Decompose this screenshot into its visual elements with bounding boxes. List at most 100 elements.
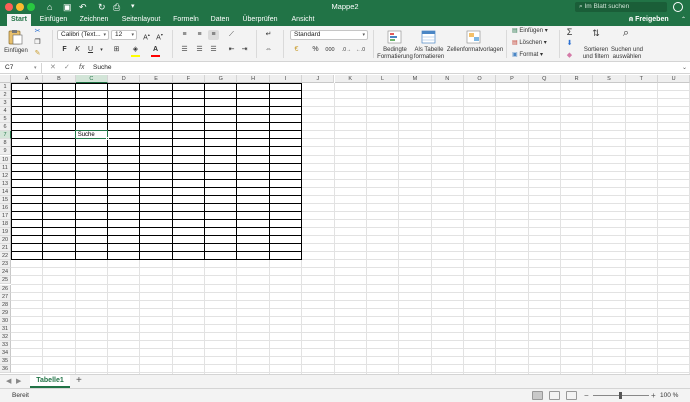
currency-icon[interactable]: € bbox=[291, 45, 302, 55]
align-center-icon[interactable]: ☰ bbox=[194, 45, 205, 55]
row-header-20[interactable]: 20 bbox=[0, 236, 11, 245]
row-header-35[interactable]: 35 bbox=[0, 357, 11, 366]
underline-button[interactable]: U bbox=[85, 45, 96, 55]
tab-ansicht[interactable]: Ansicht bbox=[287, 14, 319, 26]
row-header-1[interactable]: 1 bbox=[0, 83, 11, 91]
next-sheet-icon[interactable]: ▶ bbox=[16, 376, 21, 388]
row-header-9[interactable]: 9 bbox=[0, 147, 11, 156]
chevron-down-icon[interactable]: ▾ bbox=[34, 63, 37, 73]
row-header-10[interactable]: 10 bbox=[0, 155, 11, 164]
column-header-p[interactable]: P bbox=[496, 75, 529, 83]
column-header-u[interactable]: U bbox=[658, 75, 690, 83]
row-header-18[interactable]: 18 bbox=[0, 220, 11, 229]
row-header-34[interactable]: 34 bbox=[0, 348, 11, 357]
column-header-q[interactable]: Q bbox=[528, 75, 561, 83]
sheet-search-input[interactable]: ⌕ Im Blatt suchen bbox=[575, 2, 667, 12]
font-color-icon[interactable]: A bbox=[150, 45, 161, 55]
borders-icon[interactable]: ⊞ bbox=[111, 45, 122, 55]
column-header-a[interactable]: A bbox=[11, 75, 44, 83]
format-as-table-icon[interactable] bbox=[420, 29, 438, 45]
row-header-17[interactable]: 17 bbox=[0, 211, 11, 220]
column-header-g[interactable]: G bbox=[205, 75, 238, 83]
decrease-font-size-icon[interactable]: A▾ bbox=[154, 30, 165, 41]
cut-icon[interactable]: ✂ bbox=[32, 27, 43, 37]
wrap-text-icon[interactable]: ↵ bbox=[263, 30, 274, 40]
align-left-icon[interactable]: ☰ bbox=[179, 45, 190, 55]
decrease-decimal-icon[interactable]: ←.0 bbox=[355, 45, 366, 55]
row-header-25[interactable]: 25 bbox=[0, 276, 11, 285]
number-format-dropdown[interactable]: Standard ▾ bbox=[290, 30, 368, 40]
find-select-icon[interactable]: ⌕ bbox=[618, 28, 634, 39]
tab-start[interactable]: Start bbox=[7, 14, 31, 26]
column-header-e[interactable]: E bbox=[140, 75, 173, 83]
confirm-entry-icon[interactable]: ✓ bbox=[64, 63, 70, 73]
row-header-27[interactable]: 27 bbox=[0, 292, 11, 301]
align-top-icon[interactable]: ≡ bbox=[179, 30, 190, 40]
bold-button[interactable]: F bbox=[59, 45, 70, 55]
row-header-3[interactable]: 3 bbox=[0, 99, 11, 108]
active-cell[interactable] bbox=[74, 130, 109, 140]
column-header-m[interactable]: M bbox=[399, 75, 432, 83]
row-header-19[interactable]: 19 bbox=[0, 228, 11, 237]
select-all-button[interactable] bbox=[0, 75, 11, 83]
column-header-k[interactable]: K bbox=[334, 75, 367, 83]
column-header-f[interactable]: F bbox=[172, 75, 206, 83]
column-header-d[interactable]: D bbox=[108, 75, 141, 83]
add-sheet-button[interactable]: + bbox=[76, 375, 82, 387]
decrease-indent-icon[interactable]: ⇤ bbox=[226, 45, 237, 55]
column-header-c[interactable]: C bbox=[75, 75, 109, 83]
expand-formula-bar-icon[interactable]: ⌄ bbox=[682, 63, 687, 73]
row-header-4[interactable]: 4 bbox=[0, 107, 11, 116]
normal-view-button[interactable] bbox=[532, 391, 543, 400]
align-bottom-icon[interactable]: ≡ bbox=[208, 30, 219, 40]
page-break-view-button[interactable] bbox=[566, 391, 577, 400]
share-button[interactable]: ⍝ Freigeben bbox=[629, 14, 669, 26]
sheet-tab-tabelle1[interactable]: Tabelle1 bbox=[30, 375, 70, 388]
cancel-entry-icon[interactable]: ✕ bbox=[50, 63, 56, 73]
previous-sheet-icon[interactable]: ◀ bbox=[6, 376, 11, 388]
insert-function-button[interactable]: fx bbox=[79, 63, 84, 73]
format-painter-icon[interactable]: ✎ bbox=[32, 49, 43, 59]
column-header-j[interactable]: J bbox=[302, 75, 335, 83]
increase-decimal-icon[interactable]: .0→ bbox=[341, 45, 352, 55]
row-header-28[interactable]: 28 bbox=[0, 300, 11, 309]
column-header-h[interactable]: H bbox=[237, 75, 270, 83]
worksheet-grid[interactable]: A B C D E F G H I J K L M N O P Q R S T U 1 2 3 4 5 6 7 8 9 10 11 12 13 14… bbox=[0, 75, 690, 374]
row-header-15[interactable]: 15 bbox=[0, 195, 11, 204]
row-header-7[interactable]: 7 bbox=[0, 131, 11, 140]
fill-icon[interactable]: ⬇ bbox=[564, 39, 575, 49]
column-header-r[interactable]: R bbox=[560, 75, 594, 83]
column-header-b[interactable]: B bbox=[43, 75, 76, 83]
column-header-t[interactable]: T bbox=[625, 75, 658, 83]
column-header-n[interactable]: N bbox=[431, 75, 464, 83]
column-header-o[interactable]: O bbox=[463, 75, 497, 83]
align-right-icon[interactable]: ☰ bbox=[208, 45, 219, 55]
orientation-icon[interactable]: ⟋ bbox=[226, 30, 237, 40]
row-header-5[interactable]: 5 bbox=[0, 115, 11, 124]
row-header-29[interactable]: 29 bbox=[0, 308, 11, 317]
row-header-30[interactable]: 30 bbox=[0, 316, 11, 325]
tab-seitenlayout[interactable]: Seitenlayout bbox=[117, 14, 165, 26]
row-header-2[interactable]: 2 bbox=[0, 91, 11, 100]
tab-ueberpruefen[interactable]: Überprüfen bbox=[238, 14, 282, 26]
row-header-33[interactable]: 33 bbox=[0, 340, 11, 349]
fill-handle[interactable] bbox=[106, 137, 110, 141]
row-header-31[interactable]: 31 bbox=[0, 324, 11, 333]
tab-daten[interactable]: Daten bbox=[207, 14, 233, 26]
sort-filter-icon[interactable]: ⇅ bbox=[588, 28, 604, 38]
column-header-s[interactable]: S bbox=[593, 75, 626, 83]
row-header-21[interactable]: 21 bbox=[0, 244, 11, 253]
row-header-13[interactable]: 13 bbox=[0, 179, 11, 188]
row-header-8[interactable]: 8 bbox=[0, 139, 11, 148]
insert-cells-button[interactable]: ▤ Einfügen ▾ bbox=[512, 28, 557, 35]
row-header-23[interactable]: 23 bbox=[0, 260, 11, 269]
row-header-14[interactable]: 14 bbox=[0, 187, 11, 196]
merge-center-icon[interactable]: ⇔ bbox=[263, 45, 274, 55]
cell-styles-icon[interactable] bbox=[465, 29, 483, 45]
formula-input[interactable]: Suche bbox=[93, 63, 111, 73]
zoom-slider-thumb[interactable] bbox=[619, 392, 622, 399]
paste-icon[interactable] bbox=[6, 29, 24, 45]
row-header-36[interactable]: 36 bbox=[0, 365, 11, 374]
zoom-in-button[interactable]: + bbox=[651, 389, 656, 402]
font-name-dropdown[interactable]: Calibri (Text... ▾ bbox=[57, 30, 109, 40]
